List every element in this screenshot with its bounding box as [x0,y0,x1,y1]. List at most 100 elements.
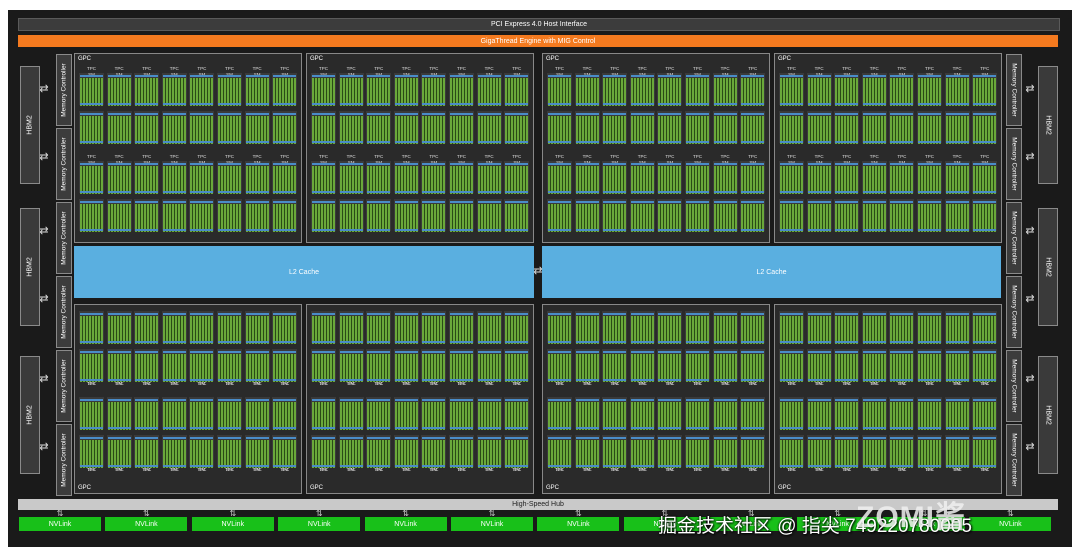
hbm-link-arrow-icon: ⇄ [39,225,49,237]
sm-block [602,111,628,144]
l1-cache [135,341,159,343]
tpc-block: TPCSM [217,66,242,146]
tpc-label: TPC [457,66,466,71]
cuda-core-array [135,204,159,218]
sm-block [189,111,215,144]
register-file [890,75,914,77]
cuda-core-array [450,204,473,218]
memory-controller-label: Memory Controller [1010,285,1018,339]
cuda-core-array [835,116,859,130]
cuda-core-array [890,316,914,330]
tpc-label: TPC [225,154,234,159]
l1-cache [630,341,654,343]
cuda-core-array [973,78,997,92]
tpc-label: TPC [484,154,494,159]
sm-block: SM [889,435,915,472]
tpc-block: TPCSM [574,154,600,234]
register-file [367,437,391,439]
hbm2-stack: HBM2 [20,66,40,184]
sm-block [602,311,628,344]
cuda-core-array [918,116,941,130]
cuda-core-array [807,440,831,454]
cuda-core-array [394,354,418,368]
sm-block [861,199,887,232]
l1-cache [422,341,446,343]
register-file [835,399,859,401]
cuda-core-array [477,166,501,180]
tpc-label: TPC [610,66,620,71]
sm-block: SM [79,72,104,106]
register-file [80,163,103,165]
register-file [630,351,654,353]
l1-cache [918,103,941,105]
sm-block [944,397,970,430]
sm-block [685,199,710,232]
l1-cache [312,379,335,381]
gpc-label: GPC [310,485,324,491]
register-file [807,437,831,439]
sm-block [106,311,132,344]
l1-cache [890,465,914,467]
l1-cache [477,191,501,193]
l1-cache [890,379,914,381]
cuda-core-array [741,116,765,130]
register-file [450,399,473,401]
sm-block [834,199,860,232]
nvlink-arrow-icon: ⇅ [315,509,323,518]
tpc-label: TPC [869,66,879,71]
sm-block: SM [449,435,474,472]
sm-block: SM [106,349,132,386]
tpc-block: TPCSM [272,154,298,234]
tpc-block: TPCSM [338,66,364,146]
l1-cache [973,229,997,231]
l1-cache [273,191,297,193]
tpc-block: TPCSM [740,66,766,146]
tpc-block: TPCSM [272,311,298,391]
register-file [548,313,571,315]
cuda-core-array [807,204,831,218]
l1-cache [630,229,654,231]
tpc-block: TPCSM [685,397,710,477]
l1-cache [575,103,599,105]
cuda-core-array [422,316,446,330]
sm-block: SM [134,72,160,106]
hbm2-label: HBM2 [26,405,34,425]
l1-cache [339,141,363,143]
register-file [477,437,501,439]
tpc-block: TPCSM [421,311,447,391]
register-file [367,163,391,165]
sm-block [217,199,242,232]
cuda-core-array [741,78,765,92]
cuda-core-array [218,440,241,454]
sm-block [504,111,530,144]
l1-cache [477,103,501,105]
sm-block [574,397,600,430]
cuda-core-array [807,354,831,368]
tpc-block: TPCSM [657,154,683,234]
register-file [367,313,391,315]
sm-block: SM [685,435,710,472]
sm-block: SM [338,72,364,106]
sm-block: SM [657,349,683,386]
l1-cache [686,191,709,193]
cuda-core-array [630,204,654,218]
register-file [477,163,501,165]
l1-cache [973,341,997,343]
register-file [918,201,941,203]
l1-cache [107,465,131,467]
tpc-block: TPCSM [574,66,600,146]
cuda-core-array [713,354,737,368]
register-file [918,399,941,401]
register-file [218,201,241,203]
tpc-block: TPCSM [779,66,804,146]
register-file [658,399,682,401]
sm-block: SM [272,160,298,194]
register-file [686,313,709,315]
l2-link-arrow-icon: ⇄ [533,265,543,277]
l1-cache [190,191,214,193]
register-file [575,437,599,439]
l1-cache [807,191,831,193]
sm-block [712,311,738,344]
register-file [741,313,765,315]
register-file [450,437,473,439]
